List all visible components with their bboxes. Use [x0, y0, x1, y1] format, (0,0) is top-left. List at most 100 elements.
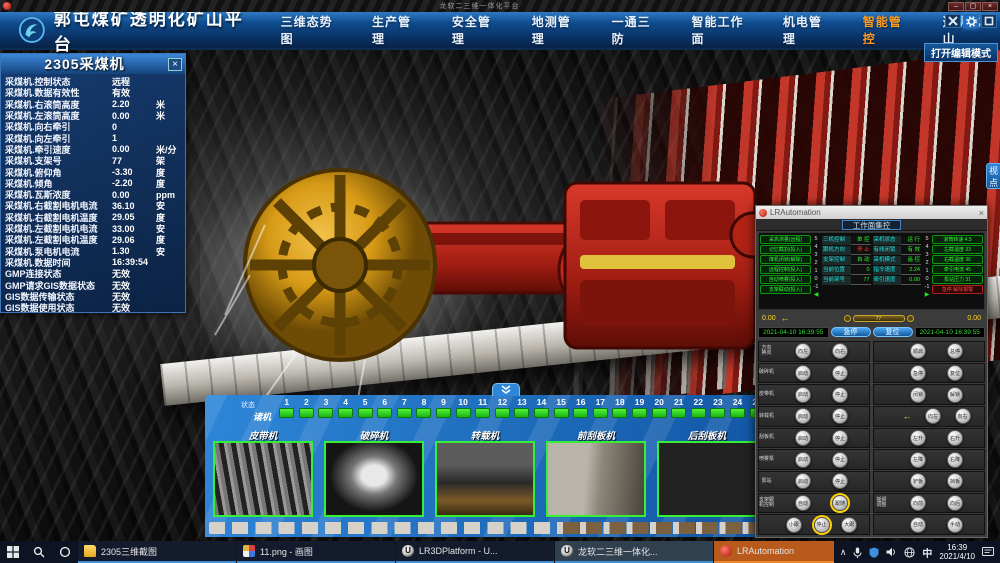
channel-cell[interactable]: 17	[591, 397, 611, 418]
channel-cell[interactable]: 3	[316, 397, 336, 418]
taskbar-task[interactable]: U LR3DPlatform - U...	[396, 541, 554, 563]
control-button[interactable]: 右降	[947, 452, 963, 468]
control-button[interactable]: 停止	[832, 452, 848, 468]
taskbar-task[interactable]: LRAutomation	[714, 541, 834, 563]
estop-button[interactable]: 急停	[831, 327, 871, 337]
cortana-icon[interactable]	[52, 541, 78, 563]
control-button[interactable]: 大跟	[841, 517, 857, 533]
restore-window-icon[interactable]	[981, 14, 997, 28]
control-button[interactable]: 总停	[947, 343, 963, 359]
settings-gear-icon[interactable]	[963, 14, 979, 28]
control-button[interactable]: 闭锁	[910, 387, 926, 403]
control-button[interactable]: 急停	[910, 365, 926, 381]
start-button[interactable]	[0, 541, 26, 563]
channel-cell[interactable]: 2	[297, 397, 317, 418]
workface-control-tab[interactable]: 工作面集控	[842, 220, 902, 230]
open-edit-mode-button[interactable]: 打开编辑模式	[924, 43, 998, 62]
control-button[interactable]: 左降	[910, 452, 926, 468]
channel-cell[interactable]: 6	[375, 397, 395, 418]
slider-machine-glyph[interactable]: 77	[795, 315, 963, 322]
ime-indicator[interactable]: 中	[922, 545, 932, 560]
tools-wrench-icon[interactable]	[945, 14, 961, 28]
control-button[interactable]: 启动	[795, 408, 811, 424]
nav-item[interactable]: 智能工作面	[692, 13, 749, 47]
taskbar-task[interactable]: U 龙软二三维一体化...	[555, 541, 713, 563]
clock[interactable]: 16:39 2021/4/10	[939, 543, 975, 561]
control-button[interactable]: 向后	[947, 495, 963, 511]
channel-cell[interactable]: 16	[571, 397, 591, 418]
channel-cell[interactable]: 13	[512, 397, 532, 418]
channel-cell[interactable]: 24	[728, 397, 748, 418]
channel-cell[interactable]: 4	[336, 397, 356, 418]
camera-panel-collapse-button[interactable]	[492, 383, 520, 396]
control-button[interactable]: 停止	[832, 430, 848, 446]
thumbnail-pager-strip[interactable]	[209, 522, 763, 534]
channel-cell[interactable]: 19	[630, 397, 650, 418]
control-button[interactable]: 小跟	[786, 517, 802, 533]
shearer-panel-close-icon[interactable]: ×	[168, 58, 182, 71]
control-button[interactable]: 停止	[814, 517, 830, 533]
camera-thumbnail[interactable]	[213, 441, 313, 517]
control-button[interactable]: 右升	[947, 430, 963, 446]
control-button[interactable]: 停止	[832, 387, 848, 403]
reset-button[interactable]: 复位	[873, 327, 913, 337]
channel-cell[interactable]: 14	[532, 397, 552, 418]
control-button[interactable]: 启动	[795, 452, 811, 468]
notification-center-icon[interactable]	[982, 547, 994, 558]
control-button[interactable]: 挡板	[947, 473, 963, 489]
lrautomation-close-icon[interactable]: ×	[979, 208, 984, 218]
control-button[interactable]: 自动	[795, 495, 811, 511]
control-button[interactable]: 顺启	[910, 343, 926, 359]
channel-cell[interactable]: 23	[708, 397, 728, 418]
taskbar-task[interactable]: 2305三维截图	[78, 541, 236, 563]
channel-cell[interactable]: 5	[355, 397, 375, 418]
speaker-icon[interactable]	[886, 547, 897, 557]
control-button[interactable]: 复位	[947, 365, 963, 381]
defender-shield-icon[interactable]	[869, 547, 879, 558]
tray-expand-chevron-icon[interactable]: ∧	[840, 547, 847, 558]
camera-thumbnail[interactable]	[435, 441, 535, 517]
control-button[interactable]: 启动	[795, 473, 811, 489]
channel-cell[interactable]: 21	[669, 397, 689, 418]
nav-item[interactable]: 一通三防	[612, 13, 658, 47]
control-button[interactable]: 向左	[925, 408, 941, 424]
control-button[interactable]: 启动	[795, 387, 811, 403]
camera-thumbnail[interactable]	[657, 441, 757, 517]
minimize-button[interactable]: –	[948, 2, 964, 11]
control-button[interactable]: 向前	[910, 495, 926, 511]
nav-item[interactable]: 生产管理	[372, 13, 418, 47]
nav-item[interactable]: 安全管理	[452, 13, 498, 47]
control-button[interactable]: 停止	[832, 408, 848, 424]
close-button[interactable]: ×	[982, 2, 998, 11]
channel-cell[interactable]: 20	[649, 397, 669, 418]
control-button[interactable]: 启动	[795, 430, 811, 446]
control-button[interactable]: 停止	[832, 473, 848, 489]
channel-cell[interactable]: 22	[688, 397, 708, 418]
control-button[interactable]: 启动	[795, 365, 811, 381]
camera-thumbnail[interactable]	[546, 441, 646, 517]
control-button[interactable]: 跟随	[832, 495, 848, 511]
channel-cell[interactable]: 8	[414, 397, 434, 418]
nav-item[interactable]: 地测管理	[532, 13, 578, 47]
control-button[interactable]: 向右	[832, 343, 848, 359]
nav-item[interactable]: 机电管理	[783, 13, 829, 47]
channel-cell[interactable]: 12	[493, 397, 513, 418]
control-button[interactable]: 自动	[910, 517, 926, 533]
control-button[interactable]: 向右	[955, 408, 971, 424]
channel-cell[interactable]: 9	[434, 397, 454, 418]
nav-item[interactable]: 三维态势图	[281, 13, 338, 47]
channel-cell[interactable]: 18	[610, 397, 630, 418]
network-globe-icon[interactable]	[904, 547, 915, 558]
channel-cell[interactable]: 10	[453, 397, 473, 418]
search-icon[interactable]	[26, 541, 52, 563]
channel-cell[interactable]: 1	[277, 397, 297, 418]
taskbar-task[interactable]: 11.png - 画图	[237, 541, 395, 563]
control-button[interactable]: 手动	[947, 517, 963, 533]
channel-cell[interactable]: 11	[473, 397, 493, 418]
viewpoint-tab[interactable]: 视点	[986, 163, 1000, 189]
control-button[interactable]: 解锁	[947, 387, 963, 403]
control-button[interactable]: 铲板	[910, 473, 926, 489]
channel-cell[interactable]: 15	[551, 397, 571, 418]
control-button[interactable]: 向左	[795, 343, 811, 359]
maximize-button[interactable]: ▢	[965, 2, 981, 11]
